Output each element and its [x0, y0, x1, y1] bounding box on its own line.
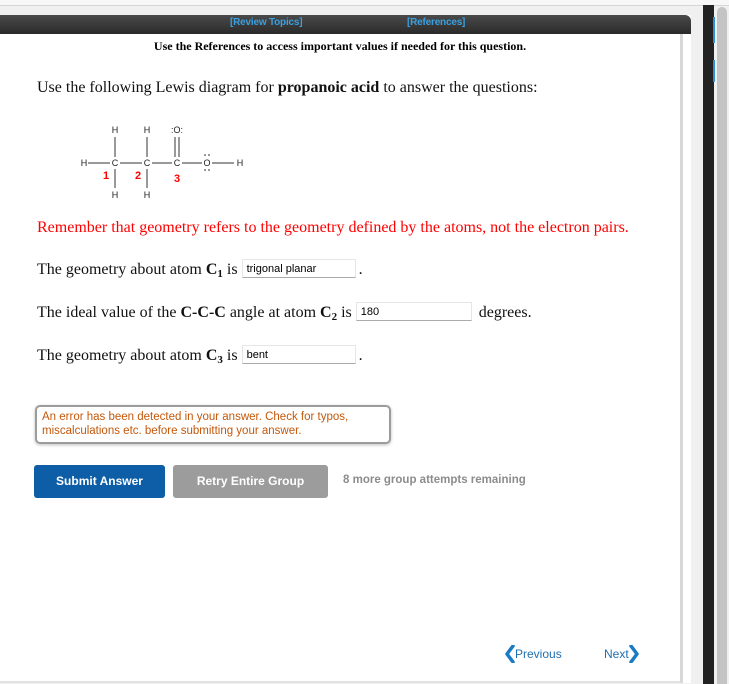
atom-label-1: 1 [103, 170, 109, 182]
next-button[interactable]: Next [604, 645, 639, 663]
chevron-left-icon [505, 645, 515, 663]
atom-o: O [203, 158, 210, 168]
q2-angle: C-C-C [180, 304, 226, 322]
question-2: The ideal value of the C-C-C angle at at… [37, 302, 532, 323]
focus-indicator [713, 60, 715, 82]
geometry-reminder: Remember that geometry refers to the geo… [37, 219, 629, 236]
q3-atom: C [205, 347, 218, 365]
chevron-right-icon [628, 645, 639, 663]
q1-suffix: . [358, 261, 363, 279]
attempts-remaining: 8 more group attempts remaining [343, 474, 526, 486]
panel-border [680, 34, 683, 683]
error-message-box: An error has been detected in your answe… [35, 405, 391, 444]
review-topics-link[interactable]: [Review Topics] [230, 17, 303, 28]
compound-name: propanoic acid [277, 79, 380, 96]
scrollbar[interactable] [717, 7, 727, 684]
atom-o-double: :O: [171, 125, 183, 135]
panel-border-bottom [0, 681, 680, 683]
references-note: Use the References to access important v… [153, 39, 527, 53]
next-label: Next [604, 647, 629, 661]
lewis-diagram: H H :O: H C C C O H H H 1 2 3 [81, 125, 244, 200]
q3-text-is: is [222, 347, 238, 365]
window-divider [703, 5, 714, 684]
q3-suffix: . [358, 347, 363, 365]
atom-h: H [144, 125, 151, 135]
previous-label: Previous [515, 647, 562, 661]
atom-label-3: 3 [174, 173, 180, 185]
question-intro: Use the following Lewis diagram for prop… [37, 79, 538, 97]
atom-h: H [144, 190, 151, 200]
q1-atom: C [205, 261, 218, 279]
submit-answer-button[interactable]: Submit Answer [34, 465, 165, 498]
atom-c1: C [112, 158, 119, 168]
header-bar: [Review Topics] [References] [0, 15, 691, 34]
focus-indicator [713, 17, 715, 43]
references-link[interactable]: [References] [407, 17, 465, 28]
intro-text-end: to answer the questions: [379, 79, 538, 96]
atom-label-2: 2 [135, 170, 141, 182]
q1-answer-input[interactable]: trigonal planar [241, 259, 356, 278]
q2-atom: C [320, 304, 332, 322]
atom-h: H [81, 158, 88, 168]
q3-answer-input[interactable]: bent [241, 345, 356, 364]
atom-h: H [112, 190, 119, 200]
previous-button[interactable]: Previous [505, 645, 562, 663]
atom-h: H [112, 125, 119, 135]
intro-text: Use the following Lewis diagram for [37, 79, 278, 96]
retry-entire-group-button[interactable]: Retry Entire Group [173, 465, 328, 498]
q1-text-is: is [222, 261, 238, 279]
q2-suffix: degrees. [478, 304, 532, 322]
question-3: The geometry about atom C3 is bent. [37, 345, 363, 366]
q3-text: The geometry about atom [37, 347, 206, 365]
q2-text-mid: angle at atom [225, 304, 321, 322]
browser-top-strip [0, 0, 729, 6]
q1-text: The geometry about atom [37, 261, 206, 279]
q2-text: The ideal value of the [37, 304, 181, 322]
atom-h: H [237, 158, 244, 168]
question-1: The geometry about atom C1 is trigonal pl… [37, 259, 363, 280]
q2-text-is: is [337, 304, 352, 322]
atom-c3: C [174, 158, 181, 168]
atom-c2: C [144, 158, 151, 168]
q2-answer-input[interactable]: 180 [355, 302, 472, 321]
